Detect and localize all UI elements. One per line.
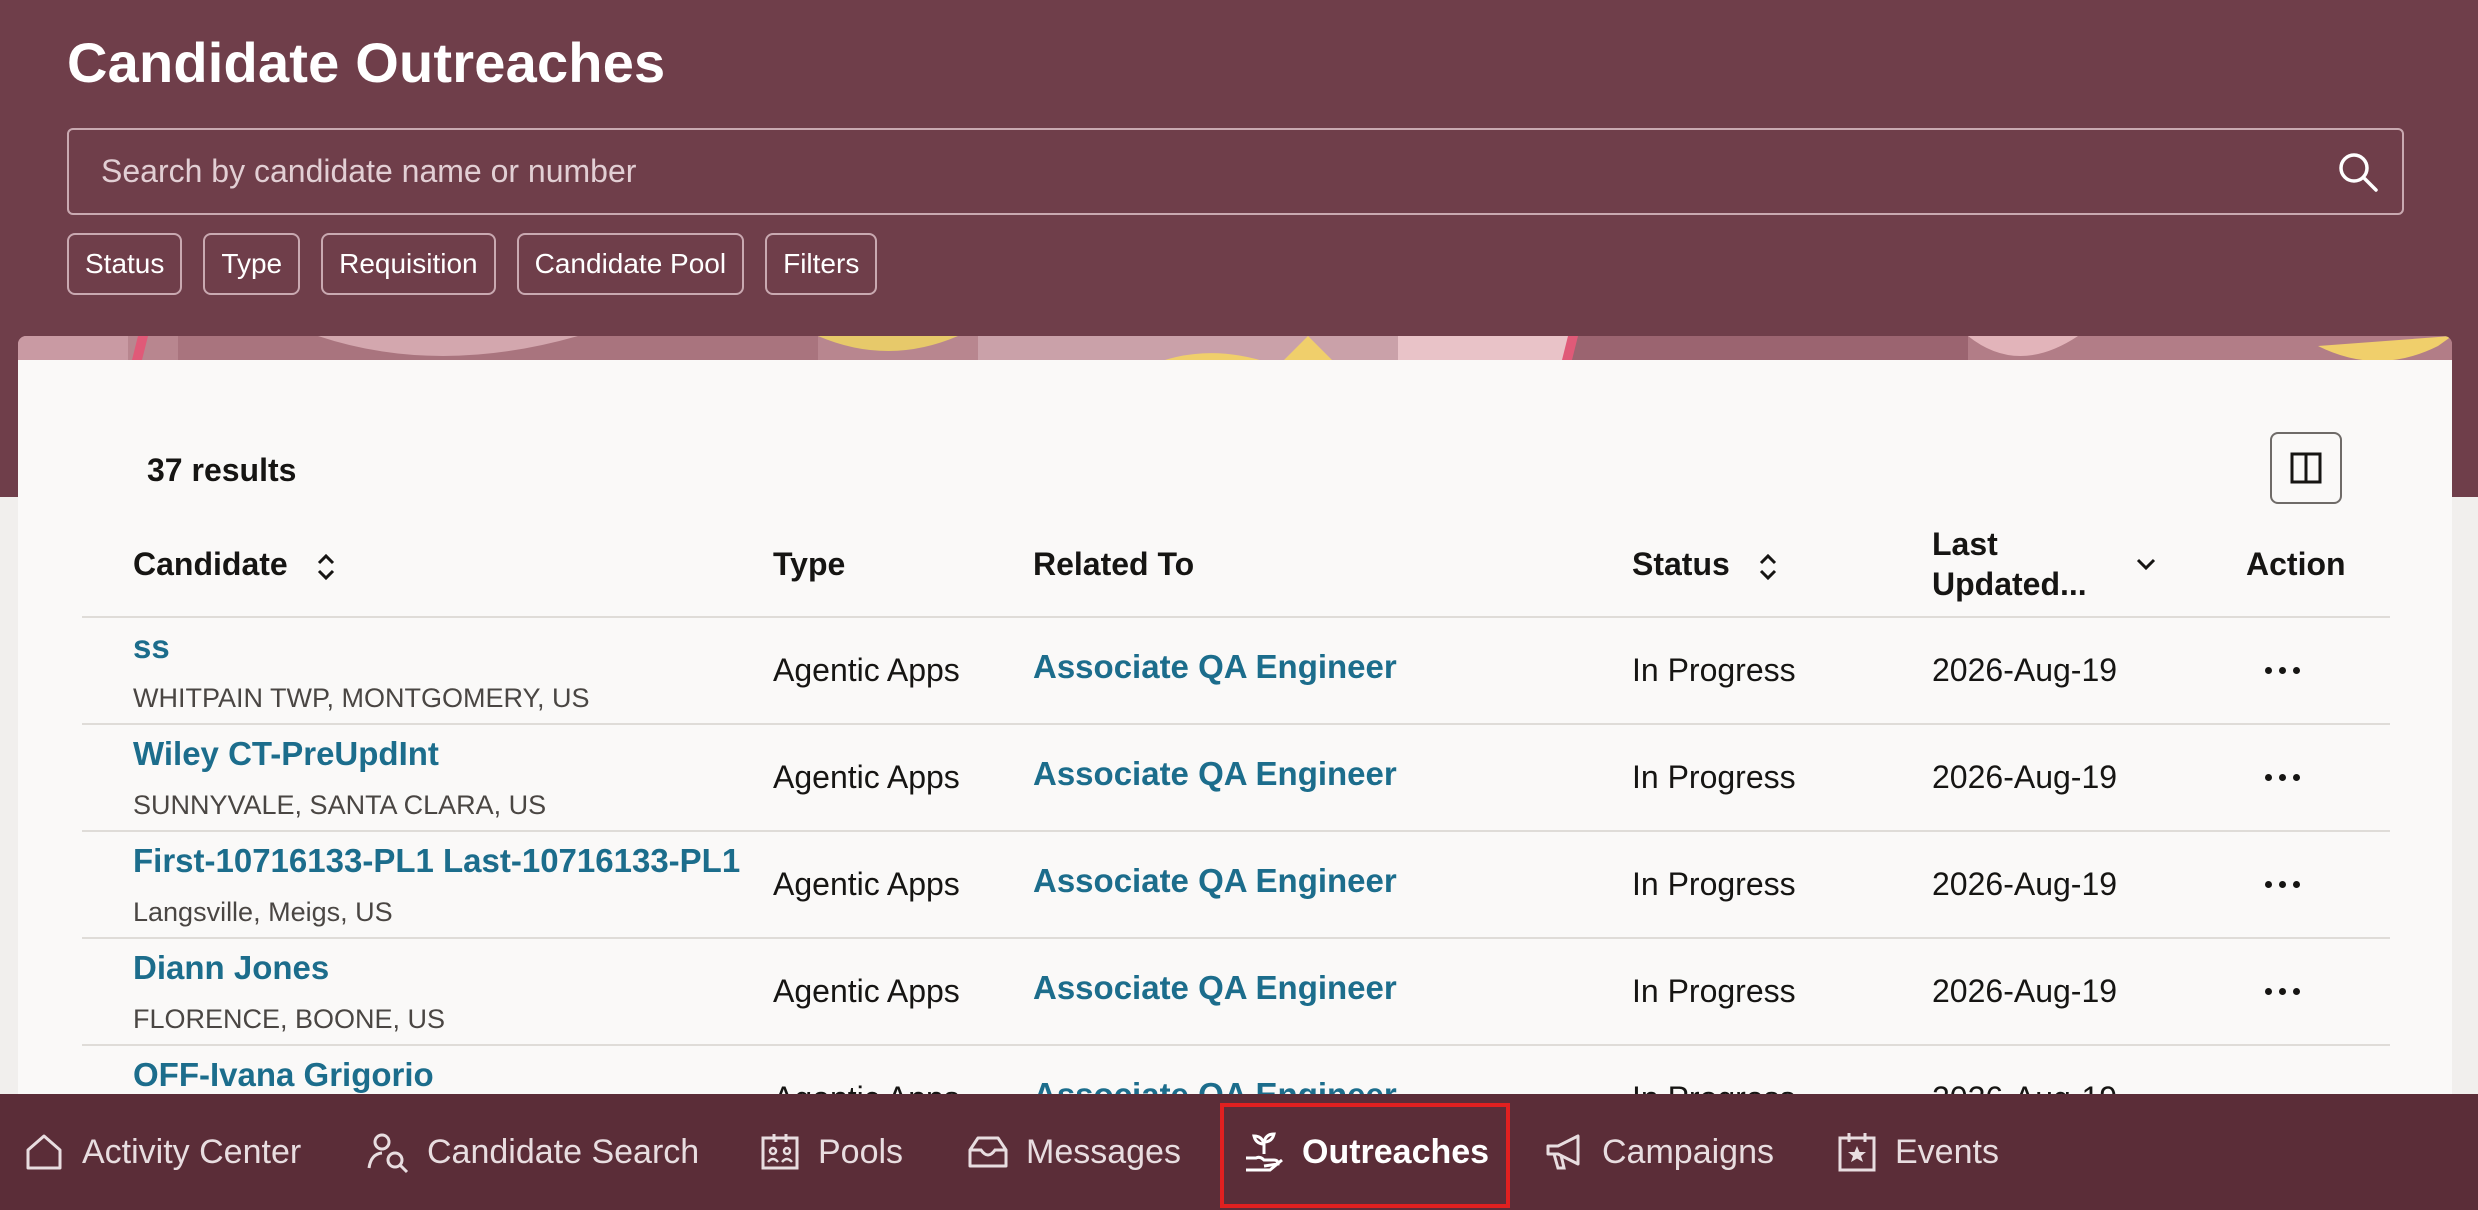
column-header-status[interactable]: Status <box>1632 544 1779 584</box>
divider <box>82 937 2390 939</box>
candidate-location: FLORENCE, BOONE, US <box>133 1004 446 1034</box>
row-status: In Progress <box>1632 973 1796 1009</box>
divider <box>82 723 2390 725</box>
row-last-updated: 2026-Aug-19 <box>1932 652 2118 688</box>
filter-chip-type[interactable]: Type <box>203 233 301 295</box>
row-type: Agentic Apps <box>773 652 960 688</box>
candidate-name-link[interactable]: Diann Jones <box>133 949 743 987</box>
row-type: Agentic Apps <box>773 866 960 902</box>
related-to-link[interactable]: Associate QA Engineer <box>1033 648 1397 686</box>
row-status: In Progress <box>1632 866 1796 902</box>
row-type: Agentic Apps <box>773 973 960 1009</box>
more-actions-icon[interactable] <box>2257 762 2307 792</box>
more-actions-icon[interactable] <box>2257 655 2307 685</box>
columns-icon <box>2290 452 2322 484</box>
filter-chip-requisition[interactable]: Requisition <box>321 233 496 295</box>
nav-item-campaigns[interactable]: Campaigns <box>1542 1094 1774 1210</box>
more-actions-icon[interactable] <box>2257 869 2307 899</box>
person-search-icon <box>367 1133 409 1174</box>
sort-icon[interactable] <box>1757 551 1779 583</box>
chevron-down-icon[interactable] <box>2134 555 2158 573</box>
pools-icon <box>761 1134 799 1170</box>
search-bar <box>67 128 2404 215</box>
home-icon <box>26 1134 62 1170</box>
inbox-icon <box>968 1136 1008 1168</box>
filter-chip-status[interactable]: Status <box>67 233 183 295</box>
related-to-link[interactable]: Associate QA Engineer <box>1033 755 1397 793</box>
results-count: 37 results <box>147 452 297 488</box>
candidate-name-link[interactable]: OFF-Ivana Grigorio <box>133 1056 743 1094</box>
filter-chip-candidate-pool[interactable]: Candidate Pool <box>516 233 745 295</box>
related-to-link[interactable]: Associate QA Engineer <box>1033 969 1397 1007</box>
column-header-candidate[interactable]: Candidate <box>133 544 337 584</box>
active-nav-highlight <box>1220 1103 1510 1208</box>
nav-item-events[interactable]: Events <box>1835 1094 1999 1210</box>
filter-chips: Status Type Requisition Candidate Pool F… <box>67 233 878 295</box>
search-input[interactable] <box>101 130 2301 213</box>
search-icon[interactable] <box>2336 150 2380 194</box>
calendar-star-icon <box>1838 1133 1876 1172</box>
divider <box>82 616 2390 618</box>
divider <box>82 1044 2390 1046</box>
candidate-name-link[interactable]: ss <box>133 628 743 666</box>
sort-icon[interactable] <box>315 551 337 583</box>
column-settings-button[interactable] <box>2270 432 2342 504</box>
row-status: In Progress <box>1632 759 1796 795</box>
nav-item-messages[interactable]: Messages <box>966 1094 1181 1210</box>
candidate-location: Langsville, Meigs, US <box>133 897 393 927</box>
row-type: Agentic Apps <box>773 759 960 795</box>
candidate-location: SUNNYVALE, SANTA CLARA, US <box>133 790 547 820</box>
page-title: Candidate Outreaches <box>67 31 666 94</box>
megaphone-icon <box>1546 1134 1580 1170</box>
nav-item-activity-center[interactable]: Activity Center <box>22 1094 301 1210</box>
filter-chip-filters[interactable]: Filters <box>765 233 878 295</box>
column-header-action: Action <box>2246 546 2346 582</box>
row-last-updated: 2026-Aug-19 <box>1932 866 2118 902</box>
column-header-last-updated[interactable]: Last Updated... <box>1932 524 2087 604</box>
nav-item-candidate-search[interactable]: Candidate Search <box>365 1094 699 1210</box>
row-last-updated: 2026-Aug-19 <box>1932 973 2118 1009</box>
column-header-type: Type <box>773 546 846 582</box>
related-to-link[interactable]: Associate QA Engineer <box>1033 862 1397 900</box>
divider <box>82 830 2390 832</box>
nav-item-pools[interactable]: Pools <box>758 1094 903 1210</box>
candidate-location: WHITPAIN TWP, MONTGOMERY, US <box>133 683 590 713</box>
row-last-updated: 2026-Aug-19 <box>1932 759 2118 795</box>
column-header-related-to: Related To <box>1033 546 1195 582</box>
candidate-name-link[interactable]: First-10716133-PL1 Last-10716133-PL1 <box>133 842 743 880</box>
candidate-name-link[interactable]: Wiley CT-PreUpdInt <box>133 735 743 773</box>
row-status: In Progress <box>1632 652 1796 688</box>
more-actions-icon[interactable] <box>2257 976 2307 1006</box>
